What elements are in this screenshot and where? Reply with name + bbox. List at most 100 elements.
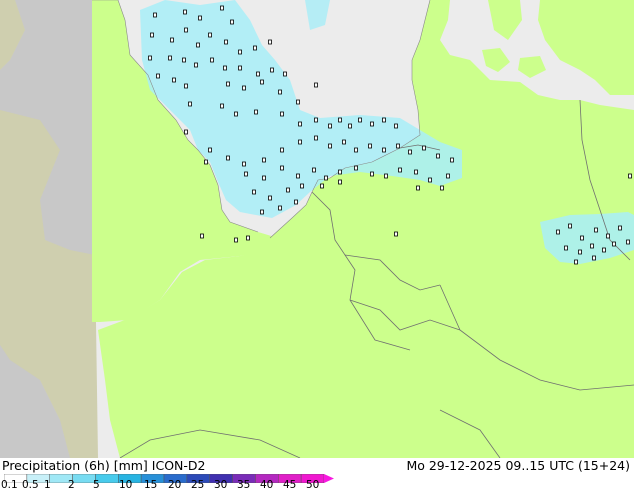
precip-marker [280,111,284,117]
colorbar-tick-label: 1 [44,479,51,491]
precip-marker [300,183,304,189]
precip-marker [440,185,444,191]
precip-marker [578,249,582,255]
precip-marker [618,225,622,231]
colorbar-tick-label: 30 [214,479,228,491]
precip-marker [270,67,274,73]
colorbar-tick-label: 0.1 [1,479,18,491]
precip-marker [183,9,187,15]
colorbar-tick-label: 45 [283,479,297,491]
precip-marker [580,235,584,241]
precip-marker [242,161,246,167]
precip-marker [262,157,266,163]
precip-marker [396,143,400,149]
precip-marker [238,49,242,55]
precip-marker [278,89,282,95]
colorbar-tick-label: 0.5 [22,479,39,491]
precip-marker [238,65,242,71]
precip-marker [256,71,260,77]
precip-marker [268,195,272,201]
precip-marker [184,83,188,89]
precip-marker [184,129,188,135]
precip-marker [194,62,198,68]
precip-marker [168,55,172,61]
precip-marker [592,255,596,261]
colorbar-tick-label: 20 [168,479,182,491]
precip-marker [564,245,568,251]
precip-marker [354,147,358,153]
precip-marker [283,71,287,77]
precip-marker [196,42,200,48]
precip-marker [568,223,572,229]
precip-marker [398,167,402,173]
precip-marker [320,183,324,189]
precip-marker [252,189,256,195]
precip-marker [556,229,560,235]
precip-marker [278,205,282,211]
colorbar-tick-label: 15 [144,479,158,491]
precip-marker [220,5,224,11]
precip-marker [574,259,578,265]
precip-marker [220,103,224,109]
precip-marker [612,241,616,247]
precip-marker [314,82,318,88]
colorbar-tick-label: 50 [306,479,320,491]
precip-marker [188,101,192,107]
precip-marker [450,157,454,163]
precip-marker [382,147,386,153]
precip-marker [210,57,214,63]
precip-marker [384,173,388,179]
precip-marker [234,237,238,243]
precip-marker [150,32,154,38]
colorbar-tick-label: 35 [237,479,251,491]
precip-marker [312,167,316,173]
precip-marker [416,185,420,191]
precip-marker [348,123,352,129]
precip-marker [298,121,302,127]
precip-marker [260,79,264,85]
precip-marker [602,247,606,253]
precip-marker [394,231,398,237]
colorbar-tick-label: 25 [191,479,205,491]
precip-marker [254,109,258,115]
precip-marker [626,239,630,245]
precip-marker [200,233,204,239]
precip-marker [208,32,212,38]
precip-marker [394,123,398,129]
precip-marker [198,15,202,21]
precip-marker [182,57,186,63]
precip-marker [156,73,160,79]
precip-marker [172,77,176,83]
precip-marker [226,155,230,161]
precip-marker [280,147,284,153]
precip-marker [370,171,374,177]
precip-marker [204,159,208,165]
precip-marker [230,19,234,25]
precip-marker [280,165,284,171]
precip-marker [328,143,332,149]
precip-marker [354,165,358,171]
precip-marker [368,143,372,149]
precip-marker [208,147,212,153]
precip-marker [253,45,257,51]
precip-marker [436,153,440,159]
precip-marker [328,123,332,129]
precipitation-map [0,0,634,458]
chart-title: Precipitation (6h) [mm] ICON-D2 [2,458,206,473]
footer: Precipitation (6h) [mm] ICON-D2 Mo 29-12… [0,458,634,491]
colorbar-segment [72,474,96,483]
colorbar-tick-label: 5 [93,479,100,491]
precip-marker [382,117,386,123]
precip-marker [294,199,298,205]
precip-marker [244,171,248,177]
precip-marker [446,173,450,179]
precip-marker [370,121,374,127]
precip-marker [170,37,174,43]
precip-marker [148,55,152,61]
precip-marker [226,81,230,87]
timestamp: Mo 29-12-2025 09..15 UTC (15+24) [406,458,630,473]
precip-marker [338,179,342,185]
precip-marker [234,111,238,117]
colorbar-tick-label: 2 [68,479,75,491]
precip-marker [262,175,266,181]
